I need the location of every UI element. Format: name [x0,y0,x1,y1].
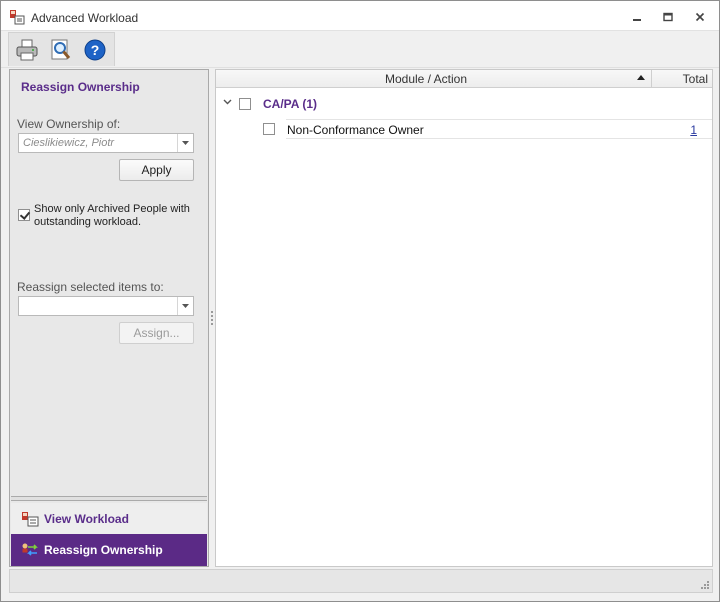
reassign-to-label: Reassign selected items to: [17,280,164,294]
status-bar [9,569,713,593]
navigation-splitter[interactable] [11,496,207,501]
left-panel: Reassign Ownership View Ownership of: Ci… [9,69,209,567]
row-checkbox[interactable] [263,123,275,135]
restore-icon [663,12,673,22]
chevron-down-icon[interactable] [177,297,193,315]
close-icon [695,12,705,22]
title-bar: Advanced Workload [1,1,719,31]
archived-only-checkbox[interactable] [18,209,30,221]
panel-splitter[interactable] [211,311,214,329]
reassign-arrows-icon [22,543,38,556]
grid-header: Module / Action Total [216,70,712,88]
column-header-module-action[interactable]: Module / Action [216,70,652,88]
toolbar-button-group: ? [8,32,115,66]
restore-button[interactable] [657,8,679,26]
row-total-link[interactable]: 1 [690,123,697,137]
preview-button[interactable] [48,37,74,63]
view-ownership-value: Cieslikiewicz, Piotr [23,137,115,149]
minimize-button[interactable] [626,8,648,26]
row-action: Non-Conformance Owner [287,123,424,137]
help-button[interactable]: ? [82,37,108,63]
resize-grip-icon[interactable] [700,580,710,590]
view-ownership-combo[interactable]: Cieslikiewicz, Piotr [18,133,194,153]
svg-text:?: ? [91,42,100,58]
column-header-total-label: Total [682,72,708,86]
magnifier-icon [51,39,71,60]
printer-icon [16,39,38,61]
sort-ascending-icon [637,75,645,80]
nav-reassign-ownership-label: Reassign Ownership [44,543,163,557]
table-row[interactable]: Non-Conformance Owner 1 [216,119,712,139]
workload-grid: Module / Action Total CA/PA (1) Non-Conf… [215,69,713,567]
nav-view-workload-label: View Workload [44,512,129,526]
minimize-icon [633,19,641,21]
column-header-total[interactable]: Total [653,70,712,88]
help-icon: ? [84,39,106,61]
nav-view-workload[interactable]: View Workload [11,503,207,535]
print-button[interactable] [14,37,40,63]
view-ownership-label: View Ownership of: [17,117,121,131]
advanced-workload-window: Advanced Workload ? Reassign Ownership V… [0,0,720,602]
workload-app-icon [10,10,25,25]
window-title: Advanced Workload [31,11,139,25]
toolbar: ? [1,31,719,68]
group-row[interactable]: CA/PA (1) [216,94,712,114]
reassign-to-combo[interactable] [18,296,194,316]
workload-icon [22,512,39,527]
close-button[interactable] [689,8,711,26]
group-label: CA/PA (1) [263,97,317,111]
assign-button[interactable]: Assign... [119,322,194,344]
chevron-down-icon[interactable] [177,134,193,152]
column-header-module-action-label: Module / Action [384,72,468,86]
archived-only-label: Show only Archived People with outstandi… [34,203,190,228]
chevron-down-icon[interactable] [223,99,232,105]
nav-reassign-ownership[interactable]: Reassign Ownership [11,534,207,566]
apply-button[interactable]: Apply [119,159,194,181]
group-checkbox[interactable] [239,98,251,110]
panel-title: Reassign Ownership [21,80,140,94]
